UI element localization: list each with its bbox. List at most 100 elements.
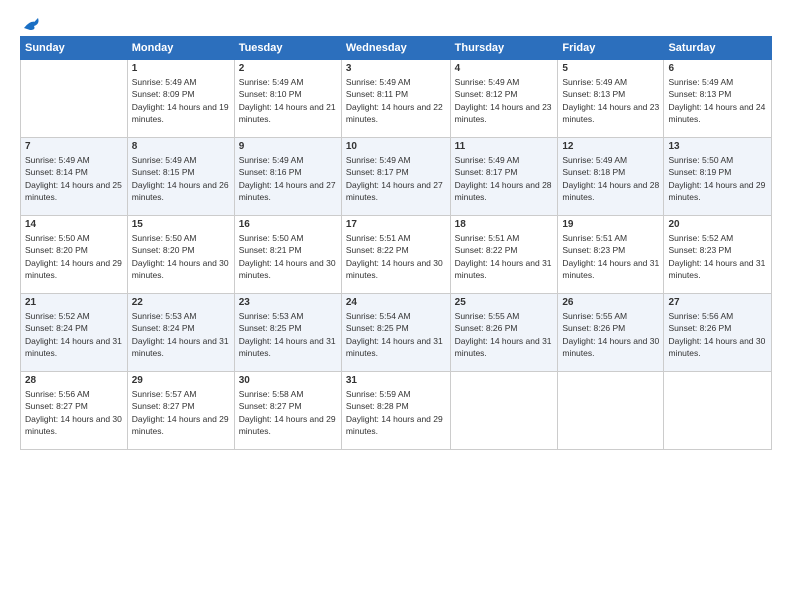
day-info: Sunrise: 5:56 AM Sunset: 8:26 PM Dayligh… xyxy=(668,310,767,359)
calendar-cell: 9 Sunrise: 5:49 AM Sunset: 8:16 PM Daylig… xyxy=(234,138,341,216)
header-row: SundayMondayTuesdayWednesdayThursdayFrid… xyxy=(21,37,772,60)
day-info: Sunrise: 5:49 AM Sunset: 8:09 PM Dayligh… xyxy=(132,76,230,125)
calendar-cell: 29 Sunrise: 5:57 AM Sunset: 8:27 PM Dayli… xyxy=(127,372,234,450)
header-wednesday: Wednesday xyxy=(341,37,450,60)
calendar-table: SundayMondayTuesdayWednesdayThursdayFrid… xyxy=(20,36,772,450)
calendar-cell: 27 Sunrise: 5:56 AM Sunset: 8:26 PM Dayli… xyxy=(664,294,772,372)
day-info: Sunrise: 5:51 AM Sunset: 8:23 PM Dayligh… xyxy=(562,232,659,281)
calendar-cell: 16 Sunrise: 5:50 AM Sunset: 8:21 PM Dayli… xyxy=(234,216,341,294)
day-info: Sunrise: 5:50 AM Sunset: 8:19 PM Dayligh… xyxy=(668,154,767,203)
header-monday: Monday xyxy=(127,37,234,60)
day-number: 6 xyxy=(668,63,767,74)
day-info: Sunrise: 5:52 AM Sunset: 8:23 PM Dayligh… xyxy=(668,232,767,281)
day-info: Sunrise: 5:49 AM Sunset: 8:12 PM Dayligh… xyxy=(455,76,554,125)
day-info: Sunrise: 5:49 AM Sunset: 8:14 PM Dayligh… xyxy=(25,154,123,203)
logo xyxy=(20,16,42,28)
day-number: 25 xyxy=(455,297,554,308)
calendar-cell: 13 Sunrise: 5:50 AM Sunset: 8:19 PM Dayli… xyxy=(664,138,772,216)
day-info: Sunrise: 5:49 AM Sunset: 8:17 PM Dayligh… xyxy=(346,154,446,203)
day-number: 14 xyxy=(25,219,123,230)
calendar-cell: 26 Sunrise: 5:55 AM Sunset: 8:26 PM Dayli… xyxy=(558,294,664,372)
day-info: Sunrise: 5:51 AM Sunset: 8:22 PM Dayligh… xyxy=(346,232,446,281)
day-number: 1 xyxy=(132,63,230,74)
day-info: Sunrise: 5:49 AM Sunset: 8:18 PM Dayligh… xyxy=(562,154,659,203)
day-number: 10 xyxy=(346,141,446,152)
day-number: 30 xyxy=(239,375,337,386)
week-row-4: 21Sunrise: 5:52 AM Sunset: 8:24 PM Dayli… xyxy=(21,294,772,372)
day-info: Sunrise: 5:50 AM Sunset: 8:20 PM Dayligh… xyxy=(25,232,123,281)
day-info: Sunrise: 5:51 AM Sunset: 8:22 PM Dayligh… xyxy=(455,232,554,281)
day-info: Sunrise: 5:49 AM Sunset: 8:13 PM Dayligh… xyxy=(668,76,767,125)
day-info: Sunrise: 5:53 AM Sunset: 8:25 PM Dayligh… xyxy=(239,310,337,359)
day-info: Sunrise: 5:53 AM Sunset: 8:24 PM Dayligh… xyxy=(132,310,230,359)
calendar-cell: 24 Sunrise: 5:54 AM Sunset: 8:25 PM Dayli… xyxy=(341,294,450,372)
calendar-cell: 2 Sunrise: 5:49 AM Sunset: 8:10 PM Daylig… xyxy=(234,60,341,138)
day-number: 20 xyxy=(668,219,767,230)
week-row-2: 7 Sunrise: 5:49 AM Sunset: 8:14 PM Daylig… xyxy=(21,138,772,216)
day-number: 18 xyxy=(455,219,554,230)
day-info: Sunrise: 5:49 AM Sunset: 8:10 PM Dayligh… xyxy=(239,76,337,125)
day-number: 7 xyxy=(25,141,123,152)
day-info: Sunrise: 5:58 AM Sunset: 8:27 PM Dayligh… xyxy=(239,388,337,437)
header-friday: Friday xyxy=(558,37,664,60)
day-number: 16 xyxy=(239,219,337,230)
day-number: 27 xyxy=(668,297,767,308)
logo-bird-icon xyxy=(22,16,42,32)
day-number: 2 xyxy=(239,63,337,74)
day-info: Sunrise: 5:50 AM Sunset: 8:21 PM Dayligh… xyxy=(239,232,337,281)
calendar-cell: 21Sunrise: 5:52 AM Sunset: 8:24 PM Dayli… xyxy=(21,294,128,372)
day-info: Sunrise: 5:49 AM Sunset: 8:17 PM Dayligh… xyxy=(455,154,554,203)
day-number: 19 xyxy=(562,219,659,230)
calendar-cell: 12 Sunrise: 5:49 AM Sunset: 8:18 PM Dayli… xyxy=(558,138,664,216)
day-info: Sunrise: 5:54 AM Sunset: 8:25 PM Dayligh… xyxy=(346,310,446,359)
page-header xyxy=(20,16,772,28)
calendar-cell: 22Sunrise: 5:53 AM Sunset: 8:24 PM Dayli… xyxy=(127,294,234,372)
day-info: Sunrise: 5:49 AM Sunset: 8:15 PM Dayligh… xyxy=(132,154,230,203)
calendar-cell: 4 Sunrise: 5:49 AM Sunset: 8:12 PM Daylig… xyxy=(450,60,558,138)
calendar-cell: 20 Sunrise: 5:52 AM Sunset: 8:23 PM Dayli… xyxy=(664,216,772,294)
day-info: Sunrise: 5:55 AM Sunset: 8:26 PM Dayligh… xyxy=(455,310,554,359)
calendar-cell: 18 Sunrise: 5:51 AM Sunset: 8:22 PM Dayli… xyxy=(450,216,558,294)
calendar-cell: 23Sunrise: 5:53 AM Sunset: 8:25 PM Dayli… xyxy=(234,294,341,372)
calendar-cell: 7 Sunrise: 5:49 AM Sunset: 8:14 PM Daylig… xyxy=(21,138,128,216)
day-info: Sunrise: 5:49 AM Sunset: 8:11 PM Dayligh… xyxy=(346,76,446,125)
day-number: 29 xyxy=(132,375,230,386)
day-number: 3 xyxy=(346,63,446,74)
day-number: 5 xyxy=(562,63,659,74)
calendar-cell: 14 Sunrise: 5:50 AM Sunset: 8:20 PM Dayli… xyxy=(21,216,128,294)
day-info: Sunrise: 5:50 AM Sunset: 8:20 PM Dayligh… xyxy=(132,232,230,281)
day-info: Sunrise: 5:49 AM Sunset: 8:16 PM Dayligh… xyxy=(239,154,337,203)
calendar-cell: 6 Sunrise: 5:49 AM Sunset: 8:13 PM Daylig… xyxy=(664,60,772,138)
day-number: 4 xyxy=(455,63,554,74)
header-sunday: Sunday xyxy=(21,37,128,60)
day-number: 31 xyxy=(346,375,446,386)
day-number: 28 xyxy=(25,375,123,386)
day-info: Sunrise: 5:59 AM Sunset: 8:28 PM Dayligh… xyxy=(346,388,446,437)
day-info: Sunrise: 5:55 AM Sunset: 8:26 PM Dayligh… xyxy=(562,310,659,359)
week-row-1: 1 Sunrise: 5:49 AM Sunset: 8:09 PM Daylig… xyxy=(21,60,772,138)
day-number: 17 xyxy=(346,219,446,230)
day-number: 12 xyxy=(562,141,659,152)
header-saturday: Saturday xyxy=(664,37,772,60)
day-number: 9 xyxy=(239,141,337,152)
calendar-cell xyxy=(21,60,128,138)
calendar-cell: 15 Sunrise: 5:50 AM Sunset: 8:20 PM Dayli… xyxy=(127,216,234,294)
day-number: 15 xyxy=(132,219,230,230)
day-number: 11 xyxy=(455,141,554,152)
day-info: Sunrise: 5:57 AM Sunset: 8:27 PM Dayligh… xyxy=(132,388,230,437)
calendar-cell xyxy=(558,372,664,450)
calendar-page: SundayMondayTuesdayWednesdayThursdayFrid… xyxy=(0,0,792,612)
calendar-cell: 17 Sunrise: 5:51 AM Sunset: 8:22 PM Dayli… xyxy=(341,216,450,294)
day-number: 21 xyxy=(25,297,123,308)
day-number: 24 xyxy=(346,297,446,308)
calendar-cell: 31 Sunrise: 5:59 AM Sunset: 8:28 PM Dayli… xyxy=(341,372,450,450)
calendar-cell: 10 Sunrise: 5:49 AM Sunset: 8:17 PM Dayli… xyxy=(341,138,450,216)
day-number: 13 xyxy=(668,141,767,152)
calendar-cell: 1 Sunrise: 5:49 AM Sunset: 8:09 PM Daylig… xyxy=(127,60,234,138)
day-number: 26 xyxy=(562,297,659,308)
day-info: Sunrise: 5:49 AM Sunset: 8:13 PM Dayligh… xyxy=(562,76,659,125)
calendar-cell xyxy=(450,372,558,450)
calendar-cell: 19 Sunrise: 5:51 AM Sunset: 8:23 PM Dayli… xyxy=(558,216,664,294)
day-info: Sunrise: 5:56 AM Sunset: 8:27 PM Dayligh… xyxy=(25,388,123,437)
calendar-cell: 5 Sunrise: 5:49 AM Sunset: 8:13 PM Daylig… xyxy=(558,60,664,138)
